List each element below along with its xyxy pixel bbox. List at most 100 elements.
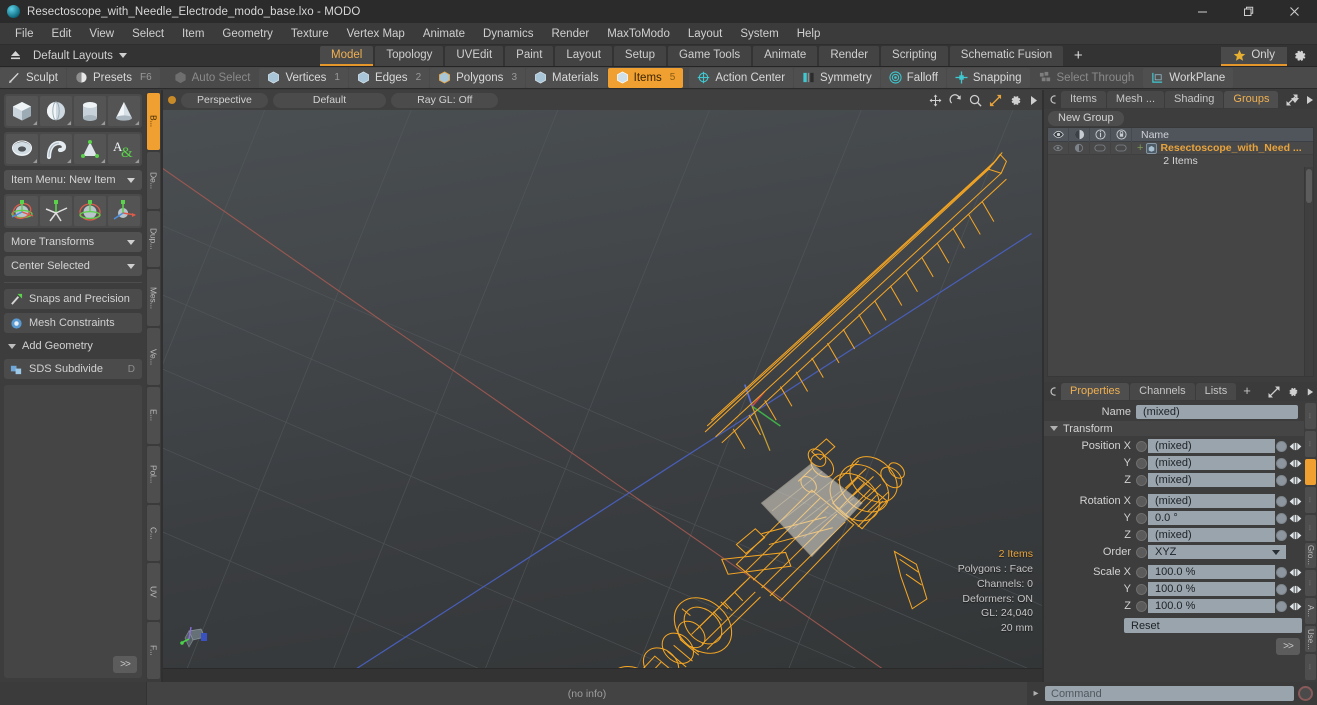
- col-lock[interactable]: [1111, 127, 1132, 142]
- menu-file[interactable]: File: [6, 23, 43, 45]
- scale-x-knob[interactable]: [1276, 566, 1287, 578]
- order-key-toggle[interactable]: [1136, 546, 1147, 558]
- menu-texture[interactable]: Texture: [282, 23, 338, 45]
- scale-z-stepper[interactable]: [1288, 602, 1302, 611]
- auto-select-button[interactable]: Auto Select: [165, 67, 259, 88]
- position-z-input[interactable]: (mixed): [1148, 473, 1275, 487]
- snapping-button[interactable]: Snapping: [946, 67, 1030, 88]
- layout-tab-setup[interactable]: Setup: [613, 45, 666, 66]
- properties-expand-button[interactable]: >>: [1276, 638, 1300, 655]
- fit-icon[interactable]: [989, 94, 1002, 107]
- layout-tab-topology[interactable]: Topology: [375, 45, 444, 66]
- bevel-primitive-button[interactable]: [74, 134, 106, 164]
- rotation-x-knob[interactable]: [1276, 495, 1287, 507]
- add-layout-tab-button[interactable]: +: [1065, 46, 1091, 65]
- vtab-mesh[interactable]: Mes...: [147, 269, 160, 327]
- rotate-tool-button[interactable]: [40, 196, 72, 226]
- right-panel-more-icon[interactable]: [1305, 95, 1314, 105]
- menu-edit[interactable]: Edit: [43, 23, 81, 45]
- popout-icon[interactable]: [1268, 386, 1280, 398]
- default-layouts-label[interactable]: Default Layouts: [25, 50, 113, 62]
- text-primitive-button[interactable]: A &: [108, 134, 140, 164]
- transform-section-header[interactable]: Transform: [1044, 421, 1304, 436]
- groups-tree-body[interactable]: [1048, 167, 1313, 376]
- tab-mesh[interactable]: Mesh ...: [1106, 91, 1165, 108]
- move-tool-button[interactable]: [6, 196, 38, 226]
- row-visibility-toggle[interactable]: [1048, 141, 1069, 155]
- vertices-mode-button[interactable]: Vertices 1: [259, 67, 348, 88]
- workplane-button[interactable]: WorkPlane: [1143, 67, 1234, 88]
- tab-items[interactable]: Items: [1061, 91, 1106, 108]
- position-z-stepper[interactable]: [1288, 476, 1302, 485]
- scale-x-input[interactable]: 100.0 %: [1148, 565, 1275, 579]
- edges-mode-button[interactable]: Edges 2: [348, 67, 430, 88]
- layout-tab-animate[interactable]: Animate: [753, 45, 818, 66]
- pvtab-2[interactable]: ...: [1305, 430, 1316, 457]
- position-x-input[interactable]: (mixed): [1148, 439, 1275, 453]
- add-properties-tab-button[interactable]: +: [1237, 383, 1257, 400]
- menu-render[interactable]: Render: [542, 23, 598, 45]
- mesh-constraints-button[interactable]: Mesh Constraints: [4, 313, 142, 333]
- menu-view[interactable]: View: [80, 23, 123, 45]
- pvtab-1[interactable]: ...: [1305, 403, 1316, 429]
- cone-primitive-button[interactable]: [108, 96, 140, 126]
- viewport-more-icon[interactable]: [1029, 95, 1038, 106]
- pvtab-user[interactable]: Use...: [1305, 626, 1316, 653]
- torus-primitive-button[interactable]: [6, 134, 38, 164]
- left-panel-expand-button[interactable]: >>: [113, 656, 137, 673]
- expand-plus-icon[interactable]: +: [1137, 143, 1143, 154]
- row-name-cell[interactable]: + Resectoscope_with_Need ...: [1132, 142, 1302, 154]
- layout-tab-model[interactable]: Model: [320, 45, 374, 66]
- table-row[interactable]: + Resectoscope_with_Need ...: [1048, 141, 1313, 155]
- vtab-deform[interactable]: De...: [147, 151, 160, 209]
- rotation-x-input[interactable]: (mixed): [1148, 494, 1275, 508]
- axis-gizmo[interactable]: [177, 621, 211, 656]
- rotate-icon[interactable]: [949, 93, 962, 107]
- rotation-y-knob[interactable]: [1276, 512, 1287, 524]
- vtab-duplicate[interactable]: Dup...: [147, 210, 160, 268]
- rotation-z-stepper[interactable]: [1288, 531, 1302, 540]
- rotation-z-knob[interactable]: [1276, 529, 1287, 541]
- menu-animate[interactable]: Animate: [414, 23, 474, 45]
- menu-item[interactable]: Item: [173, 23, 213, 45]
- sphere-primitive-button[interactable]: [40, 96, 72, 126]
- polygons-mode-button[interactable]: Polygons 3: [430, 67, 525, 88]
- reset-dropdown[interactable]: Reset: [1124, 618, 1302, 633]
- tab-properties[interactable]: Properties: [1061, 383, 1130, 400]
- row-render-toggle[interactable]: [1069, 141, 1090, 155]
- scale-y-stepper[interactable]: [1288, 585, 1302, 594]
- transform-tool-button[interactable]: [108, 196, 140, 226]
- layout-tab-game-tools[interactable]: Game Tools: [667, 45, 752, 66]
- scale-y-knob[interactable]: [1276, 583, 1287, 595]
- rotation-x-stepper[interactable]: [1288, 497, 1302, 506]
- pvtab-groups[interactable]: Gro...: [1305, 542, 1316, 569]
- pan-icon[interactable]: [929, 94, 942, 107]
- layout-tab-schematic-fusion[interactable]: Schematic Fusion: [949, 45, 1064, 66]
- position-y-key-toggle[interactable]: [1136, 457, 1147, 469]
- vtab-curve[interactable]: C...: [147, 504, 160, 562]
- pvtab-7[interactable]: ...: [1305, 570, 1316, 597]
- scale-z-key-toggle[interactable]: [1136, 600, 1147, 612]
- pvtab-assembly[interactable]: A...: [1305, 598, 1316, 625]
- menu-maxtomodo[interactable]: MaxToModo: [598, 23, 679, 45]
- properties-gear-icon[interactable]: [1287, 386, 1299, 398]
- rotation-x-key-toggle[interactable]: [1136, 495, 1147, 507]
- close-button[interactable]: [1271, 0, 1317, 23]
- select-through-button[interactable]: Select Through: [1030, 67, 1143, 88]
- col-render[interactable]: [1069, 127, 1090, 142]
- layout-gear-button[interactable]: [1287, 45, 1313, 67]
- pvtab-10[interactable]: ...: [1305, 654, 1316, 681]
- right-panel-back-icon[interactable]: [1047, 90, 1060, 109]
- name-input[interactable]: (mixed): [1136, 405, 1298, 419]
- position-x-stepper[interactable]: [1288, 442, 1302, 451]
- scale-y-key-toggle[interactable]: [1136, 583, 1147, 595]
- menu-geometry[interactable]: Geometry: [213, 23, 282, 45]
- scale-x-stepper[interactable]: [1288, 568, 1302, 577]
- menu-select[interactable]: Select: [123, 23, 173, 45]
- viewport-3d[interactable]: 2 Items Polygons : Face Channels: 0 Defo…: [163, 110, 1042, 668]
- menu-system[interactable]: System: [731, 23, 787, 45]
- falloff-button[interactable]: Falloff: [880, 67, 946, 88]
- item-menu-dropdown[interactable]: Item Menu: New Item: [4, 170, 142, 190]
- menu-help[interactable]: Help: [788, 23, 830, 45]
- layout-tab-scripting[interactable]: Scripting: [881, 45, 948, 66]
